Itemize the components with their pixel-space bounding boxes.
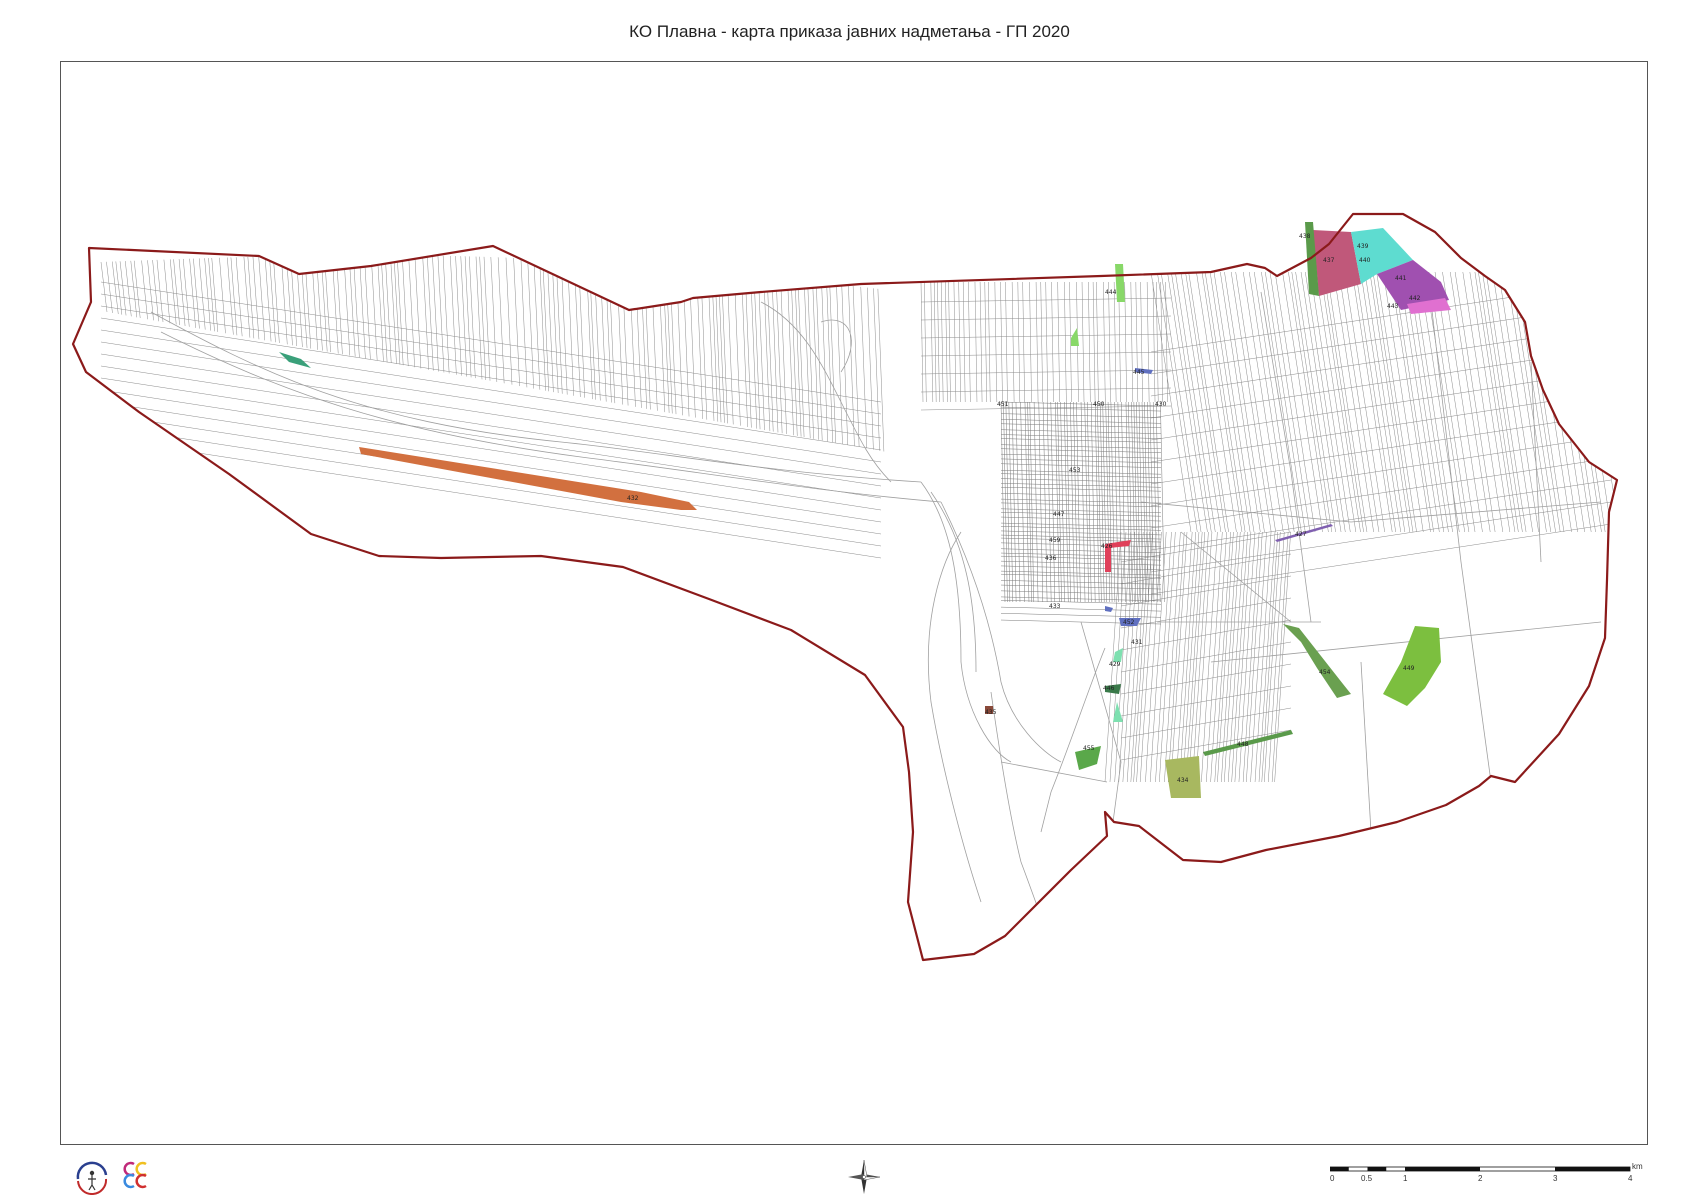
parcel-label: 448 [1237,741,1249,748]
agency-emblem-icon [76,1161,108,1196]
parcel-label: 450 [1093,401,1105,408]
scale-unit: km [1632,1163,1643,1171]
parcel-label: 426 [1101,543,1113,550]
parcel-label: 439 [1357,243,1369,250]
map-title: КО Плавна - карта приказа јавних надмета… [629,22,1070,41]
scale-tick: 0 [1330,1174,1335,1183]
parcel-label: 454 [1319,669,1331,676]
cadastral-map[interactable]: 432 437 439 440 441 442 438 443 444 445 … [61,62,1647,1144]
scale-tick: 4 [1628,1174,1633,1183]
north-arrow-icon [848,1159,881,1194]
parcel-label: 453 [1069,467,1081,474]
parcel-label: 432 [627,495,639,502]
scale-tick: 1 [1403,1174,1408,1183]
parcel-label: 443 [1387,303,1399,310]
scale-tick: 3 [1553,1174,1558,1183]
parcel-label: 430 [1155,401,1167,408]
parcel-label: 441 [1395,275,1407,282]
partner-logo [122,1160,154,1195]
parcel-label: 444 [1105,289,1117,296]
parcel-label: 449 [1403,665,1415,672]
parcel-boundary-line [1609,271,1617,533]
scale-tick: 2 [1478,1174,1483,1183]
parcel-label: 434 [1177,777,1189,784]
parcel-label: 455 [1083,745,1095,752]
parcel-label: 433 [1049,603,1061,610]
scale-tick: 0.5 [1361,1174,1373,1183]
region-fill [73,214,1617,960]
institution-logo [72,1155,112,1200]
scale-bar: 0 0.5 1 2 3 4 km [1330,1163,1643,1183]
parcel-label: 445 [1133,369,1145,376]
map-frame[interactable]: 432 437 439 440 441 442 438 443 444 445 … [60,61,1648,1145]
parcel-label: 437 [1323,257,1335,264]
partner-emblem-icon [123,1161,147,1189]
parcel-label: 446 [1103,685,1115,692]
parcel-label: 447 [1053,511,1065,518]
parcel-label: 459 [1049,537,1061,544]
parcel-label: 436 [1045,555,1057,562]
parcel-label: 429 [1109,661,1121,668]
parcel-label: 440 [1359,257,1371,264]
parcel-label: 435 [985,709,997,716]
parcel-label: 427 [1295,531,1307,538]
parcel-label: 442 [1409,295,1421,302]
parcel-label: 431 [1131,639,1143,646]
parcel-label: 452 [1123,619,1135,626]
parcel-label: 438 [1299,233,1311,240]
parcel-label: 451 [997,401,1009,408]
